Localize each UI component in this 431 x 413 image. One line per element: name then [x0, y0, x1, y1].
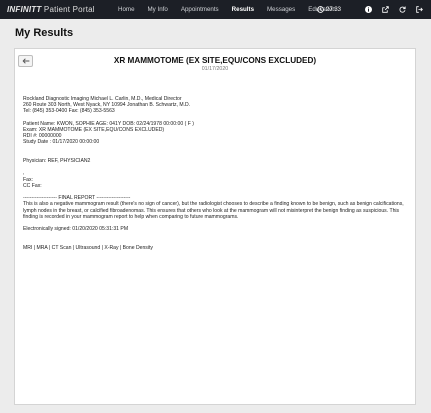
logout-icon[interactable] [416, 6, 423, 13]
nav-home[interactable]: Home [118, 6, 135, 13]
brand-subtitle: Patient Portal [43, 5, 95, 14]
report-card: XR MAMMOTOME (EX SITE,EQU/CONS EXCLUDED)… [14, 48, 416, 405]
session-timer-value: 27:33 [325, 6, 341, 13]
modalities-line: MRI | MRA | CT Scan | Ultrasound | X-Ray… [23, 244, 153, 251]
nav-appointments[interactable]: Appointments [181, 6, 219, 13]
toolbar-right: 27:33 [317, 0, 423, 19]
report-body: Rockland Diagnostic Imaging Michael L. C… [23, 96, 413, 251]
refresh-icon[interactable] [399, 6, 406, 13]
nav-results[interactable]: Results [232, 6, 254, 13]
info-icon[interactable] [365, 6, 372, 13]
nav-messages[interactable]: Messages [267, 6, 295, 13]
nav-my-info[interactable]: My Info [148, 6, 168, 13]
external-link-icon[interactable] [382, 6, 389, 13]
page-title: My Results [15, 27, 74, 39]
findings-text: This is also a negative mammogram result… [23, 201, 404, 220]
brand-name: INFINITT [7, 5, 42, 14]
top-bar: INFINITT Patient Portal Home My Info App… [0, 0, 431, 19]
clock-icon [317, 6, 324, 13]
report-date: 01/17/2020 [201, 66, 229, 72]
brand-logo[interactable]: INFINITT Patient Portal [7, 5, 95, 14]
report-title: XR MAMMOTOME (EX SITE,EQU/CONS EXCLUDED) [113, 56, 317, 65]
session-timer: 27:33 [317, 6, 341, 13]
main-nav: Home My Info Appointments Results Messag… [118, 0, 349, 19]
